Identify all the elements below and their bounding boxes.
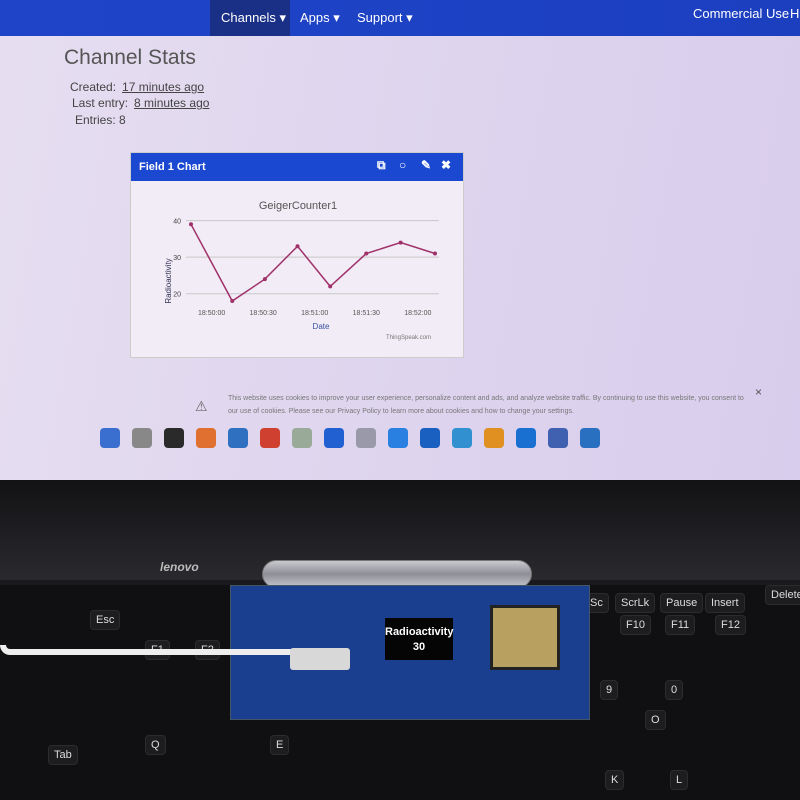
display-value: 30 [412,641,426,653]
chart-credit: ThingSpeak.com [386,335,431,341]
last-entry-stat: Last entry: 8 minutes ago [72,96,209,110]
created-label: Created: [70,80,117,94]
data-point [398,240,403,245]
taskbar-app-icon[interactable] [580,428,600,448]
display-label: Radioactivity [385,626,454,638]
x-tick-label: 18:51:00 [301,310,328,317]
external-link-icon[interactable]: ⧉ [377,158,386,173]
data-point [189,222,193,227]
y-tick-label: 20 [173,292,181,299]
key-pause[interactable]: Pause [660,593,704,613]
key-f12[interactable]: F12 [715,615,746,635]
key-l[interactable]: L [670,770,689,790]
nav-commercial-use[interactable]: Commercial Use [693,6,789,21]
taskbar-app-icon[interactable] [292,428,312,448]
data-point [364,251,369,256]
series-line [190,223,436,303]
taskbar-app-icon[interactable] [196,428,216,448]
y-tick-label: 40 [173,219,181,226]
key-q[interactable]: Q [145,735,166,755]
geiger-tube [262,560,532,588]
field-1-chart-panel: Field 1 Chart ⧉ ○ ✎ ✖ GeigerCounter1 Rad… [130,152,464,358]
last-entry-value: 8 minutes ago [134,96,210,110]
page-title: Channel Stats [64,46,196,69]
taskbar-app-icon[interactable] [228,428,248,448]
nav-channels[interactable]: Channels ▾ [221,10,286,26]
key-tab[interactable]: Tab [48,745,78,765]
taskbar-app-icon[interactable] [260,428,280,448]
y-tick-label: 30 [173,255,181,262]
pencil-icon[interactable]: ✎ [421,158,431,172]
usb-cable [0,645,300,655]
x-tick-label: 18:50:00 [198,310,225,317]
oled-display: Radioactivity 30 [385,618,453,660]
cookie-banner: ⚠ This website uses cookies to improve y… [190,378,790,418]
key-e[interactable]: E [270,735,290,755]
key-9[interactable]: 9 [600,680,619,700]
data-point [433,251,437,256]
taskbar-app-icon[interactable] [420,428,440,448]
nav-cut-item[interactable]: H [790,6,799,21]
panel-header: Field 1 Chart ⧉ ○ ✎ ✖ [131,153,463,181]
y-axis-label: Radioactivity [164,258,173,303]
taskbar-app-icon[interactable] [356,428,376,448]
taskbar-app-icon[interactable] [548,428,568,448]
taskbar [40,420,800,480]
esp32-module [490,605,560,670]
panel-title: Field 1 Chart [139,161,206,173]
cookie-close-button[interactable]: × [755,386,762,399]
taskbar-app-icon[interactable] [388,428,408,448]
close-icon[interactable]: ✖ [441,158,451,172]
data-point [328,284,333,289]
top-nav: Channels ▾ Apps ▾ Support ▾ Commercial U… [0,0,800,36]
laptop-logo: lenovo [160,560,199,574]
taskbar-app-icon[interactable] [132,428,152,448]
entries-stat: Entries: 8 [75,113,126,127]
taskbar-app-icon[interactable] [324,428,344,448]
nav-support[interactable]: Support ▾ [357,10,413,26]
chart-title: GeigerCounter1 [259,200,337,212]
key-f11[interactable]: F11 [665,615,696,635]
key-scrlk[interactable]: ScrLk [615,593,656,613]
key-0[interactable]: 0 [665,680,684,700]
taskbar-app-icon[interactable] [516,428,536,448]
comment-icon[interactable]: ○ [399,158,406,172]
nav-apps[interactable]: Apps ▾ [300,10,340,26]
x-tick-label: 18:51:30 [353,310,380,317]
laptop-screen: Channels ▾ Apps ▾ Support ▾ Commercial U… [0,0,800,490]
created-stat: Created: 17 minutes ago [70,80,204,94]
key-insert[interactable]: Insert [705,593,745,613]
taskbar-app-icon[interactable] [484,428,504,448]
data-point [295,244,300,249]
line-chart: GeigerCounter1 Radioactivity Date ThingS… [164,200,439,341]
taskbar-app-icon[interactable] [164,428,184,448]
taskbar-app-icon[interactable] [452,428,472,448]
cookie-text: This website uses cookies to improve you… [228,395,744,415]
key-f10[interactable]: F10 [620,615,651,635]
x-axis-label: Date [313,322,330,331]
key-k[interactable]: K [605,770,625,790]
key-delete[interactable]: Delete [765,585,800,605]
x-tick-label: 18:50:30 [250,310,277,317]
usb-plug [290,648,350,670]
key-o[interactable]: O [645,710,666,730]
taskbar-app-icon[interactable] [100,428,120,448]
warning-icon: ⚠ [195,398,208,414]
last-entry-label: Last entry: [72,96,129,110]
data-point [262,277,267,282]
created-value: 17 minutes ago [122,80,205,94]
key-esc[interactable]: Esc [90,610,121,630]
data-point [230,299,235,303]
x-tick-label: 18:52:00 [404,310,431,317]
